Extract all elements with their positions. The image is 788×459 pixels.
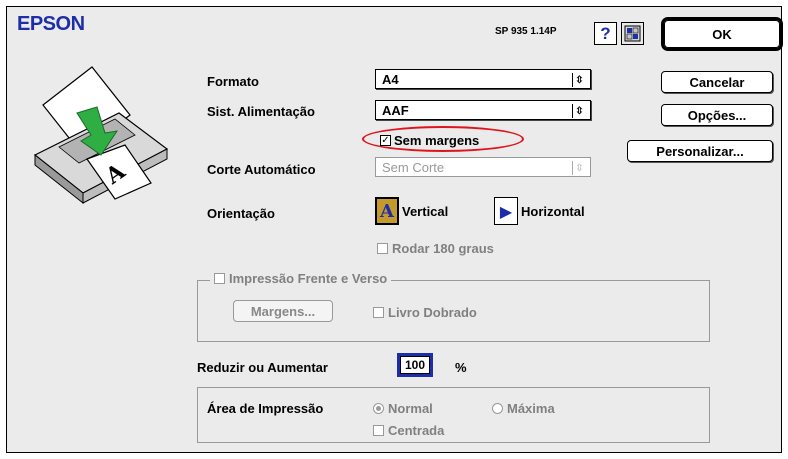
format-value: A4 — [382, 71, 399, 87]
feed-value: AAF — [382, 102, 409, 118]
duplex-checkbox[interactable] — [214, 273, 225, 284]
folded-book-checkbox-row[interactable]: Livro Dobrado — [373, 305, 477, 320]
duplex-label: Impressão Frente e Verso — [229, 271, 388, 286]
feed-select[interactable]: AAF ⇳ — [375, 100, 591, 120]
landscape-label: Horizontal — [521, 203, 585, 219]
area-normal-radio[interactable] — [373, 403, 384, 414]
folded-book-checkbox[interactable] — [373, 307, 384, 318]
duplex-checkbox-row[interactable]: Impressão Frente e Verso — [210, 271, 392, 286]
area-max-radio[interactable] — [492, 403, 503, 414]
updown-arrow-icon: ⇳ — [572, 73, 586, 87]
landscape-icon: ▶ — [494, 197, 518, 225]
scale-value: 100 — [400, 356, 430, 374]
ok-button[interactable]: OK — [661, 17, 783, 51]
version-info-icon[interactable] — [621, 22, 644, 45]
scale-input[interactable]: 100 — [397, 353, 433, 377]
centered-checkbox-row[interactable]: Centrada — [373, 423, 444, 438]
cancel-button[interactable]: Cancelar — [661, 71, 773, 93]
area-normal-label: Normal — [388, 401, 433, 416]
format-select[interactable]: A4 ⇳ — [375, 69, 591, 89]
feed-label: Sist. Alimentação — [207, 104, 315, 119]
rotate-label: Rodar 180 graus — [392, 241, 494, 256]
auto-cut-value: Sem Corte — [382, 159, 445, 175]
customize-button[interactable]: Personalizar... — [627, 140, 773, 162]
portrait-label: Vertical — [402, 203, 449, 219]
scale-unit: % — [455, 360, 467, 375]
rotate-checkbox[interactable] — [377, 243, 388, 254]
ok-button-label: OK — [664, 20, 780, 48]
orientation-portrait[interactable]: A Vertical — [375, 197, 448, 225]
printer-illustration: A — [27, 55, 177, 205]
format-label: Formato — [207, 74, 259, 89]
auto-cut-select[interactable]: Sem Corte ⇳ — [375, 157, 591, 177]
area-max-label: Máxima — [507, 401, 555, 416]
orientation-label: Orientação — [207, 206, 275, 221]
scale-label: Reduzir ou Aumentar — [197, 360, 328, 375]
portrait-icon: A — [375, 197, 399, 225]
rotate-checkbox-row[interactable]: Rodar 180 graus — [377, 241, 494, 256]
driver-version: SP 935 1.14P — [495, 26, 557, 37]
updown-arrow-icon: ⇳ — [572, 161, 586, 175]
borderless-checkbox-row[interactable]: ✓ Sem margens — [380, 133, 479, 148]
folded-book-label: Livro Dobrado — [388, 305, 477, 320]
orientation-landscape[interactable]: ▶ Horizontal — [494, 197, 585, 225]
help-icon[interactable]: ? — [594, 22, 617, 45]
options-button[interactable]: Opções... — [661, 104, 773, 126]
borderless-checkbox[interactable]: ✓ — [380, 135, 391, 146]
updown-arrow-icon: ⇳ — [572, 104, 586, 118]
borderless-label: Sem margens — [394, 133, 480, 148]
centered-label: Centrada — [388, 423, 445, 438]
margins-button[interactable]: Margens... — [233, 300, 333, 322]
area-normal-radio-row[interactable]: Normal — [373, 401, 433, 416]
auto-cut-label: Corte Automático — [207, 162, 316, 177]
area-max-radio-row[interactable]: Máxima — [492, 401, 555, 416]
centered-checkbox[interactable] — [373, 425, 384, 436]
epson-logo: EPSON — [17, 13, 85, 35]
print-area-label: Área de Impressão — [207, 401, 324, 416]
print-dialog: EPSON SP 935 1.14P ? OK Cancelar Opções.… — [6, 6, 783, 453]
